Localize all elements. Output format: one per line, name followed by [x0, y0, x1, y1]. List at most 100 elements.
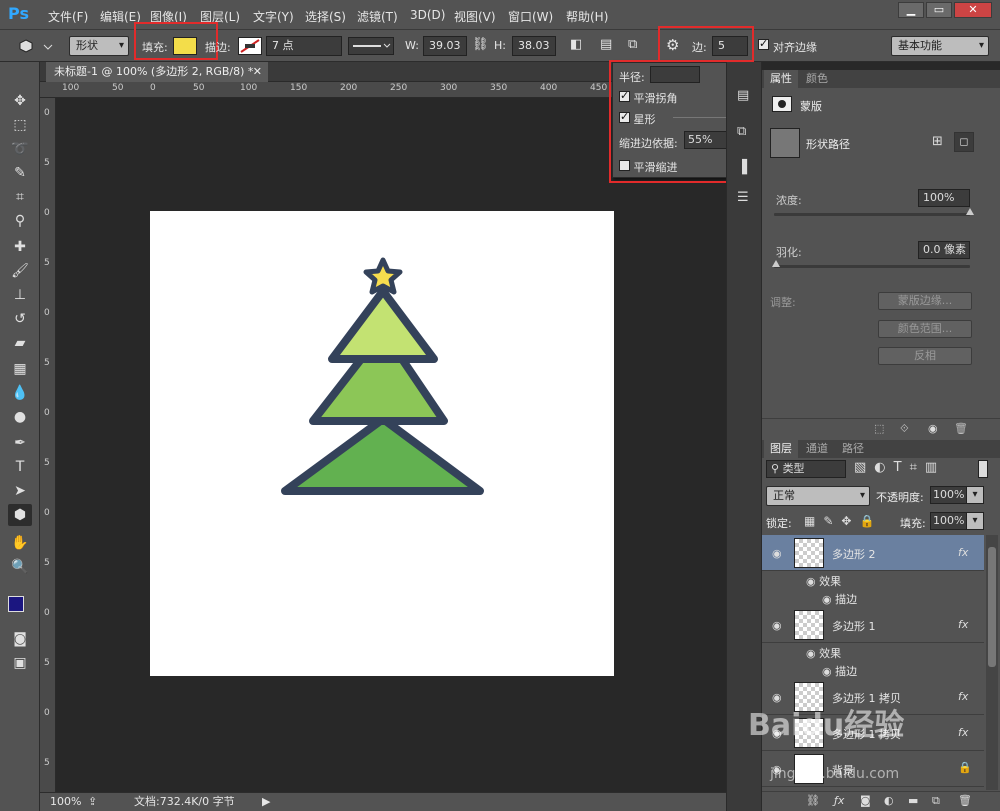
tab-color[interactable]: 颜色: [800, 70, 834, 88]
fill-swatch[interactable]: [173, 37, 197, 55]
path-select-tool-icon[interactable]: ➤: [8, 480, 32, 502]
path-arrangement-icon[interactable]: ⧉: [628, 37, 637, 52]
link-layers-icon[interactable]: ⛓: [806, 794, 820, 807]
lasso-tool-icon[interactable]: ➰: [8, 138, 32, 160]
type-tool-icon[interactable]: T: [8, 456, 32, 478]
color-range-button[interactable]: 颜色范围...: [878, 320, 972, 338]
eye-icon[interactable]: ◉: [822, 665, 832, 678]
menu-help[interactable]: 帮助(H): [566, 8, 608, 25]
quick-mask-icon[interactable]: ◙: [8, 628, 32, 650]
screen-mode-icon[interactable]: ▣: [8, 652, 32, 674]
load-selection-icon[interactable]: ⬚: [874, 422, 884, 435]
feather-input[interactable]: 0.0 像素: [918, 241, 970, 259]
quick-select-tool-icon[interactable]: ✎: [8, 162, 32, 184]
eyedropper-tool-icon[interactable]: ⚲: [8, 210, 32, 232]
layer-row[interactable]: ◉ 多边形 1 fx: [762, 607, 984, 643]
layers-scrollbar[interactable]: [986, 535, 998, 790]
tab-layers[interactable]: 图层: [764, 440, 798, 458]
stroke-effect-row[interactable]: ◉ 描边: [822, 591, 857, 607]
pen-tool-icon[interactable]: ✒: [8, 432, 32, 454]
hand-tool-icon[interactable]: ✋: [8, 532, 32, 554]
path-alignment-icon[interactable]: ▤: [600, 37, 612, 52]
tab-properties[interactable]: 属性: [764, 70, 798, 88]
stroke-swatch[interactable]: [238, 37, 262, 55]
share-icon[interactable]: ⇪: [88, 793, 97, 811]
sides-input[interactable]: 5: [712, 36, 748, 56]
density-input[interactable]: 100%: [918, 189, 970, 207]
feather-slider-thumb[interactable]: [772, 260, 780, 267]
path-operations-icon[interactable]: ◧: [570, 37, 582, 52]
healing-brush-tool-icon[interactable]: ✚: [8, 236, 32, 258]
delete-layer-icon[interactable]: 🗑: [958, 794, 972, 807]
document-canvas[interactable]: [150, 211, 614, 676]
minimize-button[interactable]: ▁: [898, 2, 924, 18]
toggle-mask-icon[interactable]: ◉: [928, 422, 938, 435]
apply-mask-icon[interactable]: ⟐: [900, 422, 909, 436]
tab-channels[interactable]: 通道: [800, 440, 834, 458]
close-tab-icon[interactable]: ✕: [253, 62, 262, 82]
opacity-dropdown-icon[interactable]: ▾: [966, 486, 984, 504]
foreground-color-swatch[interactable]: [8, 596, 24, 612]
move-tool-icon[interactable]: ✥: [8, 90, 32, 112]
effects-row[interactable]: ◉ 效果: [806, 645, 841, 661]
menu-filter[interactable]: 滤镜(T): [357, 8, 398, 25]
fx-icon[interactable]: fx: [958, 726, 968, 739]
blend-mode-select[interactable]: 正常: [766, 486, 870, 506]
stroke-type-select[interactable]: [348, 37, 394, 55]
filter-toggle[interactable]: [978, 460, 988, 478]
history-icon[interactable]: ▤: [737, 88, 749, 103]
menu-type[interactable]: 文字(Y): [253, 8, 294, 25]
delete-mask-icon[interactable]: 🗑: [954, 422, 968, 435]
maximize-button[interactable]: ▭: [926, 2, 952, 18]
dodge-tool-icon[interactable]: ●: [8, 406, 32, 428]
document-tab[interactable]: 未标题-1 @ 100% (多边形 2, RGB/8) * ✕: [46, 62, 268, 82]
layer-name[interactable]: 多边形 1: [832, 618, 876, 634]
lock-icons[interactable]: ▦✎✥🔒: [804, 514, 882, 528]
eye-icon[interactable]: ◉: [806, 575, 816, 588]
eye-icon[interactable]: ◉: [822, 593, 832, 606]
effects-row[interactable]: ◉ 效果: [806, 573, 841, 589]
density-slider-thumb[interactable]: [966, 208, 974, 215]
menu-view[interactable]: 视图(V): [454, 8, 496, 25]
workspace-select[interactable]: 基本功能: [891, 36, 989, 56]
visibility-eye-icon[interactable]: ◉: [772, 619, 782, 632]
width-input[interactable]: 39.03: [423, 36, 467, 56]
menu-window[interactable]: 窗口(W): [508, 8, 553, 25]
brush-tool-icon[interactable]: 🖌: [8, 260, 32, 282]
fx-icon[interactable]: fx: [958, 546, 968, 559]
add-mask-icon[interactable]: ◙: [860, 794, 871, 807]
close-button[interactable]: ✕: [954, 2, 992, 18]
eraser-tool-icon[interactable]: ▰: [8, 332, 32, 354]
invert-button[interactable]: 反相: [878, 347, 972, 365]
zoom-level[interactable]: 100%: [50, 793, 81, 811]
fx-icon[interactable]: fx: [958, 618, 968, 631]
adjustment-layer-icon[interactable]: ◐: [884, 794, 894, 807]
marquee-tool-icon[interactable]: ⬚: [8, 114, 32, 136]
polygon-tool-icon[interactable]: ⬢: [8, 504, 32, 526]
fx-icon[interactable]: fx: [958, 690, 968, 703]
fill-dropdown-icon[interactable]: ▾: [966, 512, 984, 530]
menu-select[interactable]: 选择(S): [305, 8, 346, 25]
zoom-tool-icon[interactable]: 🔍: [8, 556, 32, 578]
vector-mask-icon[interactable]: ◻: [954, 132, 974, 152]
history-brush-tool-icon[interactable]: ↺: [8, 308, 32, 330]
layer-row[interactable]: ◉ 多边形 2 fx: [762, 535, 984, 571]
stroke-size-input[interactable]: 7 点: [266, 36, 342, 56]
feather-slider[interactable]: [774, 265, 970, 268]
gradient-tool-icon[interactable]: ▦: [8, 358, 32, 380]
tool-preset-picker[interactable]: [8, 38, 58, 54]
gear-icon[interactable]: ⚙: [666, 36, 679, 54]
menu-3d[interactable]: 3D(D): [410, 8, 445, 22]
visibility-eye-icon[interactable]: ◉: [772, 547, 782, 560]
eye-icon[interactable]: ◉: [806, 647, 816, 660]
add-style-icon[interactable]: ƒx: [834, 794, 844, 807]
clone-stamp-tool-icon[interactable]: ⊥: [8, 284, 32, 306]
layer-name[interactable]: 多边形 2: [832, 546, 876, 562]
density-slider[interactable]: [774, 213, 970, 216]
height-input[interactable]: 38.03: [512, 36, 556, 56]
layer-filter-icons[interactable]: ▧◐T⌗▥: [854, 460, 945, 475]
link-icon[interactable]: ⛓: [472, 37, 489, 52]
status-arrow-icon[interactable]: ▶: [262, 793, 270, 811]
character-icon[interactable]: ▐: [737, 160, 747, 175]
adjustments-icon[interactable]: ☰: [737, 190, 749, 205]
